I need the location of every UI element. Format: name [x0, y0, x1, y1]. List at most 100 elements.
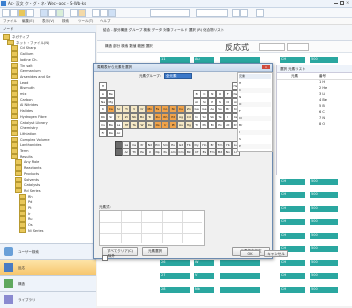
element-ac[interactable]: Ac [122, 148, 131, 157]
panel-row[interactable]: H [239, 81, 271, 86]
element-pu[interactable]: Pu [161, 148, 170, 157]
element-yb[interactable]: Yb [223, 140, 232, 149]
toolbar-combo[interactable] [150, 9, 190, 17]
element-cm[interactable]: Cm [177, 148, 185, 157]
element-ta[interactable]: Ta [130, 121, 139, 129]
panel-row[interactable]: S [239, 137, 271, 142]
element-w[interactable]: W [138, 121, 146, 129]
element-th[interactable]: Th [130, 148, 139, 157]
menu-search[interactable]: 検索 [62, 19, 69, 24]
element-pr[interactable]: Pr [138, 140, 146, 149]
element-bk[interactable]: Bk [184, 148, 193, 157]
element-pb[interactable]: Pb [200, 121, 209, 129]
element-mo[interactable]: Mo [138, 113, 146, 122]
element-list-row[interactable]: 7 N [277, 116, 352, 121]
minimize-icon[interactable] [334, 3, 338, 4]
panel-row[interactable]: F [239, 109, 271, 114]
element-er[interactable]: Er [208, 140, 217, 149]
element-p[interactable]: P [208, 97, 217, 106]
element-list-row[interactable]: 5 B [277, 104, 352, 109]
element-ac[interactable]: Ac [114, 128, 123, 137]
structure-edit-icon[interactable] [92, 9, 100, 17]
layout-icon[interactable] [256, 9, 264, 17]
element-ru[interactable]: Ru [153, 113, 162, 122]
element-h[interactable]: H [99, 82, 107, 90]
toolbar-combo-2[interactable] [196, 9, 228, 17]
element-i[interactable]: I [223, 113, 232, 122]
refresh-icon[interactable] [56, 9, 64, 17]
element-tm[interactable]: Tm [216, 140, 224, 149]
menu-help[interactable]: ヘルプ [100, 19, 111, 24]
element-nb[interactable]: Nb [130, 113, 139, 122]
element-mg[interactable]: Mg [106, 97, 115, 106]
nav-user-search[interactable]: ユーザー検索 [0, 243, 96, 260]
element-sr[interactable]: Sr [106, 113, 115, 122]
element-pd[interactable]: Pd [169, 113, 178, 122]
panel-row[interactable]: P [239, 144, 271, 149]
element-si[interactable]: Si [200, 97, 209, 106]
element-al[interactable]: Al [192, 97, 201, 106]
new-icon[interactable] [2, 9, 10, 17]
element-gd[interactable]: Gd [177, 140, 185, 149]
print-icon[interactable] [70, 9, 78, 17]
element-os[interactable]: Os [153, 121, 162, 129]
element-zr[interactable]: Zr [122, 113, 131, 122]
element-sb[interactable]: Sb [208, 113, 217, 122]
element-ho[interactable]: Ho [200, 140, 209, 149]
element-cd[interactable]: Cd [184, 113, 193, 122]
filter-icon[interactable] [48, 9, 56, 17]
element-group-select[interactable]: 全元素 [164, 73, 192, 79]
element-fm[interactable]: Fm [208, 148, 217, 157]
save-icon[interactable] [26, 9, 34, 17]
element-list-row[interactable]: 8 O [277, 122, 352, 127]
element-ce[interactable]: Ce [130, 140, 139, 149]
element-es[interactable]: Es [200, 148, 209, 157]
panel-row[interactable]: Cl [239, 116, 271, 121]
search-input[interactable] [287, 43, 309, 51]
element-cr[interactable]: Cr [138, 105, 146, 114]
element-co[interactable]: Co [161, 105, 170, 114]
element-no[interactable]: No [223, 148, 232, 157]
element-c[interactable]: C [200, 89, 209, 98]
element-sm[interactable]: Sm [161, 140, 170, 149]
element-list-row[interactable]: 4 Be [277, 98, 352, 103]
element-pa[interactable]: Pa [138, 148, 146, 157]
element-mn[interactable]: Mn [145, 105, 154, 114]
element-dy[interactable]: Dy [192, 140, 201, 149]
element-nd[interactable]: Nd [145, 140, 154, 149]
element-list-row[interactable]: 6 C [277, 110, 352, 115]
element-ir[interactable]: Ir [161, 121, 170, 129]
query-icon[interactable] [100, 9, 108, 17]
element-la[interactable]: La [122, 140, 131, 149]
element-re[interactable]: Re [145, 121, 154, 129]
table-row[interactable]: 27 V CH 500 [160, 273, 352, 280]
element-tc[interactable]: Tc [145, 113, 154, 122]
close-icon[interactable]: × [262, 65, 270, 69]
element-ra[interactable]: Ra [106, 128, 115, 137]
element-cl[interactable]: Cl [223, 97, 232, 106]
folder-icon[interactable] [18, 9, 26, 17]
panel-row[interactable]: Br [239, 123, 271, 128]
search-icon[interactable] [40, 9, 48, 17]
panel-row[interactable]: C [239, 88, 271, 93]
ok-button[interactable]: OK [240, 250, 260, 257]
panel-row[interactable]: O [239, 102, 271, 107]
element-tb[interactable]: Tb [184, 140, 193, 149]
element-ti[interactable]: Ti [122, 105, 131, 114]
maximize-icon[interactable] [340, 1, 344, 5]
element-be[interactable]: Be [106, 89, 115, 98]
nav-reaction[interactable]: 反応 [0, 259, 96, 276]
formula-grid[interactable] [99, 210, 205, 246]
element-n[interactable]: N [208, 89, 217, 98]
element-fe[interactable]: Fe [153, 105, 162, 114]
element-ca[interactable]: Ca [106, 105, 115, 114]
element-au[interactable]: Au [177, 121, 185, 129]
table-row[interactable]: 28 Nb CH 500 [160, 286, 352, 294]
element-na[interactable]: Na [99, 97, 107, 106]
info-icon[interactable] [240, 9, 248, 17]
element-at[interactable]: At [223, 121, 232, 129]
element-k[interactable]: K [99, 105, 107, 114]
element-bi[interactable]: Bi [208, 121, 217, 129]
help-icon[interactable] [232, 9, 240, 17]
element-am[interactable]: Am [169, 148, 178, 157]
